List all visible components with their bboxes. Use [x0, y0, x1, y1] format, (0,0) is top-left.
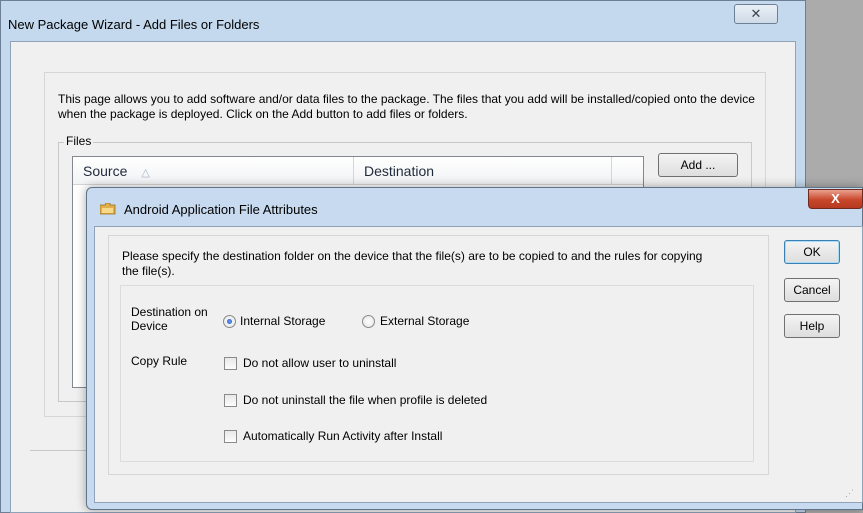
files-group-label: Files [64, 134, 94, 148]
resize-grip-icon[interactable]: ⋰ [845, 488, 854, 499]
column-header-destination[interactable]: Destination [354, 157, 612, 184]
external-storage-label[interactable]: External Storage [380, 314, 469, 328]
dialog-title: Android Application File Attributes [124, 202, 318, 217]
destination-label: Destination on Device [131, 305, 213, 333]
cancel-button[interactable]: Cancel [784, 278, 840, 302]
ok-button[interactable]: OK [784, 240, 840, 264]
internal-storage-label[interactable]: Internal Storage [240, 314, 325, 328]
copy-rule-label: Copy Rule [131, 354, 188, 368]
keep-file-on-profile-delete-checkbox[interactable] [224, 394, 237, 407]
auto-run-activity-label[interactable]: Automatically Run Activity after Install [243, 429, 442, 443]
no-user-uninstall-label[interactable]: Do not allow user to uninstall [243, 356, 396, 370]
column-destination-label: Destination [364, 163, 435, 179]
no-user-uninstall-checkbox[interactable] [224, 357, 237, 370]
keep-file-on-profile-delete-label[interactable]: Do not uninstall the file when profile i… [243, 393, 487, 407]
wizard-description: This page allows you to add software and… [58, 92, 755, 121]
files-column-header: Source △ Destination [73, 157, 643, 185]
destination-label-text: Destination on Device [131, 305, 208, 333]
column-header-source[interactable]: Source △ [73, 157, 354, 184]
internal-storage-radio[interactable] [223, 315, 236, 328]
add-button[interactable]: Add ... [658, 153, 738, 177]
dialog-close-button[interactable]: X [808, 189, 863, 209]
column-source-label: Source [83, 163, 128, 179]
help-button[interactable]: Help [784, 314, 840, 338]
wizard-title: New Package Wizard - Add Files or Folder… [8, 17, 260, 32]
auto-run-activity-checkbox[interactable] [224, 430, 237, 443]
folder-icon [99, 202, 116, 215]
wizard-close-button[interactable]: ✕ [734, 4, 778, 24]
external-storage-radio[interactable] [362, 315, 375, 328]
dialog-description: Please specify the destination folder on… [122, 249, 703, 278]
sort-ascending-icon: △ [141, 167, 150, 179]
